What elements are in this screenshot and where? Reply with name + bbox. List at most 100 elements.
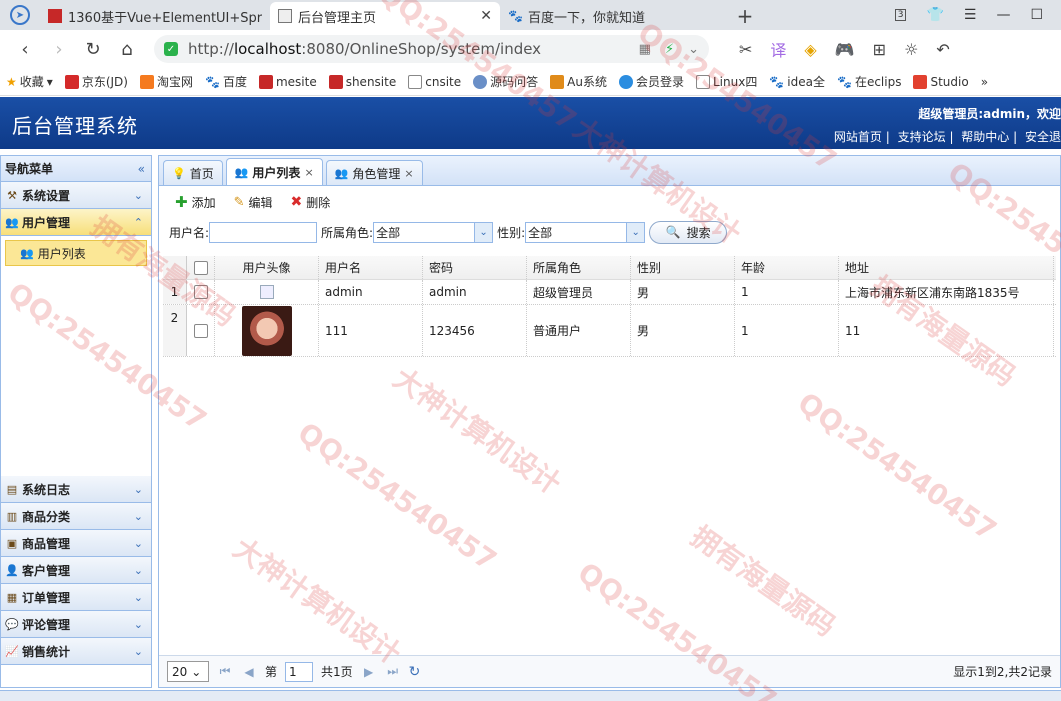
- lightning-icon[interactable]: ⚡: [665, 42, 674, 57]
- link-home[interactable]: 网站首页: [834, 130, 882, 144]
- tab-home[interactable]: 💡 首页: [163, 160, 223, 185]
- page-size-select[interactable]: 20 ⌄: [167, 661, 209, 682]
- nav-section-user-management[interactable]: 👥 用户管理 ⌃: [1, 209, 151, 236]
- bookmark-item[interactable]: ★ 收藏 ▾: [6, 73, 53, 90]
- row-checkbox[interactable]: [193, 323, 208, 338]
- bookmark-item[interactable]: 淘宝网: [139, 73, 193, 90]
- bookmark-item[interactable]: Au系统: [550, 73, 607, 90]
- table-row[interactable]: 1 admin admin 超级管理员 男 1 上海市浦东新区浦东南路1835号: [163, 280, 1056, 305]
- nav-section-customer-management[interactable]: 👤 客户管理 ⌄: [1, 557, 151, 584]
- column-header[interactable]: 密码: [423, 256, 527, 279]
- minimize-icon[interactable]: —: [996, 7, 1010, 23]
- forward-icon[interactable]: ›: [42, 39, 76, 60]
- user-grid: 用户头像 用户名 密码 所属角色 性别 年龄 地址 1 admin admin …: [163, 256, 1056, 357]
- prev-page-icon[interactable]: ◀: [241, 665, 257, 679]
- coin-shield-icon[interactable]: ◈: [804, 40, 816, 59]
- tab-user-list[interactable]: 👥 用户列表 ×: [225, 158, 323, 185]
- nav-section-system-log[interactable]: ▤ 系统日志 ⌄: [1, 476, 151, 503]
- browser-home-icon[interactable]: ➤: [0, 0, 40, 30]
- baidu-paw-icon: 🐾: [836, 74, 852, 89]
- column-header[interactable]: 所属角色: [527, 256, 631, 279]
- avatar-cell: [215, 280, 319, 304]
- secure-shield-icon: ✓: [164, 42, 178, 56]
- tab-role-management[interactable]: 👥 角色管理 ×: [325, 160, 423, 185]
- baidu-paw-icon: 🐾: [769, 74, 785, 89]
- apps-grid-icon[interactable]: ⊞: [873, 40, 886, 59]
- link-logout[interactable]: 安全退: [1025, 130, 1061, 144]
- cell-password: admin: [423, 280, 527, 304]
- lightbulb-icon: 💡: [172, 166, 186, 180]
- translate-icon[interactable]: 译: [770, 37, 786, 61]
- menu-icon[interactable]: ☰: [964, 7, 977, 23]
- bookmark-item[interactable]: 京东(JD): [64, 73, 128, 90]
- browser-tab-1[interactable]: 1360基于Vue+ElementUI+Spr: [40, 2, 270, 30]
- add-button[interactable]: ✚ 添加: [175, 193, 216, 211]
- username-filter-input[interactable]: [209, 221, 318, 243]
- close-icon[interactable]: ×: [404, 167, 413, 180]
- nav-section-system-settings[interactable]: ⚒ 系统设置 ⌄: [1, 182, 151, 209]
- edit-button[interactable]: ✎ 编辑: [234, 194, 273, 211]
- grid-icon[interactable]: ▦: [639, 42, 651, 57]
- nav-item-user-list[interactable]: 👥 用户列表: [5, 240, 147, 266]
- nav-section-order-management[interactable]: ▦ 订单管理 ⌄: [1, 584, 151, 611]
- nav-section-comment-management[interactable]: 💬 评论管理 ⌄: [1, 611, 151, 638]
- sex-filter-select[interactable]: 全部 ⌄: [525, 221, 646, 243]
- refresh-icon[interactable]: ↻: [409, 664, 421, 680]
- main-panel: 💡 首页 👥 用户列表 × 👥 角色管理 × ✚ 添加 ✎ 编辑 ✖ 删除 用户名: …: [158, 155, 1061, 688]
- browser-tab-3[interactable]: 🐾 百度一下，你就知道: [500, 2, 730, 30]
- column-header[interactable]: 地址: [839, 256, 1054, 279]
- bookmark-label: 百度: [222, 75, 247, 89]
- row-checkbox-cell: [187, 280, 215, 304]
- delete-button[interactable]: ✖ 删除: [291, 194, 331, 211]
- sun-icon[interactable]: ☼: [904, 40, 918, 59]
- gamepad-icon[interactable]: 🎮: [835, 40, 855, 59]
- last-page-icon[interactable]: ⏭: [385, 664, 401, 679]
- next-page-icon[interactable]: ▶: [361, 665, 377, 679]
- back-icon[interactable]: ‹: [8, 39, 42, 60]
- home-icon[interactable]: ⌂: [110, 39, 144, 60]
- column-header[interactable]: 性别: [631, 256, 735, 279]
- role-filter-select[interactable]: 全部 ⌄: [373, 221, 494, 243]
- bookmark-item[interactable]: mesite: [258, 74, 317, 89]
- browser-tab-2[interactable]: 后台管理主页 ✕: [270, 2, 500, 30]
- bookmark-item[interactable]: cnsite: [408, 74, 461, 89]
- bookmark-item[interactable]: 🐾 在eclips: [837, 73, 901, 90]
- nav-section-label: 订单管理: [22, 590, 71, 605]
- bookmark-item[interactable]: 源码问答: [473, 73, 538, 90]
- url-input[interactable]: ✓ http://localhost:8080/OnlineShop/syste…: [154, 35, 709, 63]
- search-button[interactable]: 🔍 搜索: [649, 220, 728, 244]
- nav-section-sales-stats[interactable]: 📈 销售统计 ⌄: [1, 638, 151, 665]
- first-page-icon[interactable]: ⏮: [217, 664, 233, 679]
- bookmark-item[interactable]: shensite: [328, 74, 396, 89]
- table-row[interactable]: 2 111 123456 普通用户 男 1 11: [163, 305, 1056, 357]
- bookmark-item[interactable]: 🐾 百度: [205, 73, 247, 90]
- reload-icon[interactable]: ↻: [76, 39, 110, 60]
- cell-username: 111: [319, 305, 423, 356]
- undo-icon[interactable]: ↶: [936, 40, 949, 59]
- chevron-down-icon[interactable]: ⌄: [688, 42, 699, 57]
- close-tab-icon[interactable]: ✕: [480, 8, 492, 24]
- maximize-icon[interactable]: ☐: [1030, 7, 1043, 23]
- row-checkbox[interactable]: [193, 285, 208, 299]
- link-help[interactable]: 帮助中心: [961, 130, 1009, 144]
- link-forum[interactable]: 支持论坛: [898, 130, 946, 144]
- collapse-nav-icon[interactable]: «: [138, 162, 145, 176]
- bookmark-item[interactable]: 🐾 idea全: [769, 73, 825, 90]
- scissors-icon[interactable]: ✂: [739, 40, 752, 59]
- tab-count-badge[interactable]: 3: [894, 9, 907, 21]
- bookmark-item[interactable]: Linux四: [695, 73, 757, 90]
- chevron-down-icon: ⌄: [474, 222, 493, 242]
- column-header[interactable]: 用户名: [319, 256, 423, 279]
- nav-section-product-management[interactable]: ▣ 商品管理 ⌄: [1, 530, 151, 557]
- page-number-input[interactable]: 1: [285, 661, 314, 682]
- bookmark-item[interactable]: Studio: [913, 74, 969, 89]
- new-tab-button[interactable]: +: [730, 2, 760, 30]
- bookmark-item[interactable]: 会员登录: [618, 73, 684, 90]
- shirt-icon[interactable]: 👕: [926, 7, 943, 23]
- more-bookmarks-icon[interactable]: »: [981, 75, 988, 89]
- column-header[interactable]: 年龄: [735, 256, 839, 279]
- nav-section-product-category[interactable]: ▥ 商品分类 ⌄: [1, 503, 151, 530]
- select-all-checkbox[interactable]: [193, 260, 208, 275]
- close-icon[interactable]: ×: [304, 166, 313, 179]
- column-header[interactable]: 用户头像: [215, 256, 319, 279]
